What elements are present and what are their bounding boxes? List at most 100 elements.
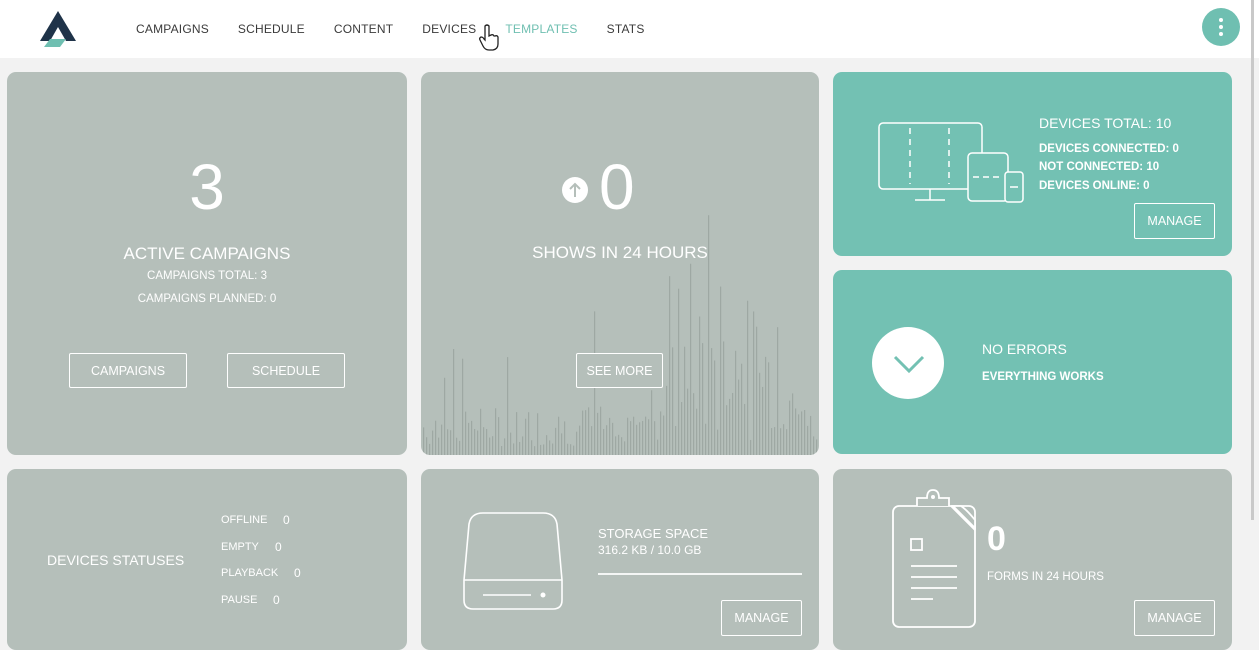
campaigns-planned: CAMPAIGNS PLANNED: 0 bbox=[137, 293, 277, 305]
background-bar bbox=[546, 435, 548, 455]
background-bar bbox=[756, 326, 758, 455]
background-bar bbox=[525, 418, 527, 455]
background-bar bbox=[543, 444, 545, 455]
hard-drive-icon bbox=[463, 512, 563, 610]
background-bar bbox=[591, 426, 593, 455]
background-bar bbox=[471, 420, 473, 455]
forms-manage-button[interactable]: MANAGE bbox=[1134, 600, 1215, 636]
background-bar bbox=[672, 347, 674, 455]
background-bar bbox=[726, 405, 728, 455]
status-label-empty: EMPTY bbox=[221, 541, 259, 553]
background-bar bbox=[507, 357, 509, 455]
campaigns-total: CAMPAIGNS TOTAL: 3 bbox=[147, 270, 267, 282]
background-bar bbox=[792, 393, 794, 455]
background-bar bbox=[603, 428, 605, 455]
background-bar bbox=[555, 427, 557, 455]
background-bar bbox=[780, 428, 782, 455]
background-bar bbox=[696, 408, 698, 455]
nav-campaigns[interactable]: CAMPAIGNS bbox=[136, 22, 209, 36]
devices-not-connected: NOT CONNECTED: 10 bbox=[1039, 161, 1160, 173]
background-bar bbox=[705, 423, 707, 455]
devices-illustration-icon bbox=[878, 122, 1024, 203]
background-bar bbox=[579, 425, 581, 455]
devices-online: DEVICES ONLINE: 0 bbox=[1039, 180, 1150, 192]
background-bar bbox=[534, 446, 536, 455]
background-bar bbox=[684, 346, 686, 455]
background-bar bbox=[588, 407, 590, 455]
background-bar bbox=[435, 420, 437, 455]
background-bar bbox=[492, 436, 494, 455]
active-campaigns-count: 3 bbox=[189, 151, 225, 223]
app-logo[interactable] bbox=[36, 9, 80, 47]
nav-templates[interactable]: TEMPLATES bbox=[505, 22, 577, 36]
storage-card: STORAGE SPACE 316.2 KB / 10.0 GB MANAGE bbox=[421, 469, 819, 650]
page-scrollbar[interactable] bbox=[1251, 0, 1254, 520]
nav-schedule[interactable]: SCHEDULE bbox=[238, 22, 305, 36]
schedule-button[interactable]: SCHEDULE bbox=[227, 353, 345, 388]
nav-stats[interactable]: STATS bbox=[607, 22, 645, 36]
background-bar bbox=[474, 428, 476, 455]
background-bar bbox=[789, 400, 791, 455]
background-bar bbox=[585, 410, 587, 455]
background-bar bbox=[489, 437, 491, 455]
background-bar bbox=[738, 379, 740, 455]
hand-pointer-cursor-icon bbox=[479, 24, 499, 51]
see-more-button[interactable]: SEE MORE bbox=[576, 353, 663, 388]
errors-subtitle: EVERYTHING WORKS bbox=[982, 371, 1104, 383]
status-value-pause: 0 bbox=[273, 593, 280, 607]
device-statuses-card: DEVICES STATUSES OFFLINE 0 EMPTY 0 PLAYB… bbox=[7, 469, 407, 650]
background-bar bbox=[423, 427, 425, 455]
background-bar bbox=[630, 421, 632, 455]
background-bar bbox=[498, 417, 500, 455]
devices-manage-button[interactable]: MANAGE bbox=[1134, 203, 1215, 239]
background-bar bbox=[450, 430, 452, 455]
background-bar bbox=[729, 398, 731, 455]
status-label-offline: OFFLINE bbox=[221, 514, 268, 526]
background-bar bbox=[699, 316, 701, 455]
background-bar bbox=[570, 444, 572, 455]
main-nav: CAMPAIGNS SCHEDULE CONTENT DEVICES TEMPL… bbox=[136, 0, 674, 58]
more-menu-button[interactable] bbox=[1202, 8, 1240, 46]
background-bar bbox=[468, 422, 470, 455]
background-bar bbox=[816, 439, 818, 455]
background-bar bbox=[666, 385, 668, 455]
background-bar bbox=[636, 424, 638, 455]
background-bar bbox=[675, 426, 677, 455]
shows-count: 0 bbox=[599, 151, 635, 223]
background-bar bbox=[573, 445, 575, 455]
background-bar bbox=[801, 411, 803, 455]
background-bar bbox=[438, 437, 440, 455]
background-bar bbox=[693, 393, 695, 455]
background-bar bbox=[624, 441, 626, 455]
active-campaigns-card: 3 ACTIVE CAMPAIGNS CAMPAIGNS TOTAL: 3 CA… bbox=[7, 72, 407, 455]
background-bar bbox=[654, 421, 656, 455]
forms-card: 0 FORMS IN 24 HOURS MANAGE bbox=[833, 469, 1232, 650]
background-bar bbox=[669, 276, 671, 455]
background-bar bbox=[810, 415, 812, 455]
background-bar bbox=[600, 406, 602, 455]
campaigns-button[interactable]: CAMPAIGNS bbox=[69, 353, 187, 388]
storage-manage-button[interactable]: MANAGE bbox=[721, 600, 802, 636]
background-bar bbox=[537, 413, 539, 455]
background-bar bbox=[687, 388, 689, 455]
background-bar bbox=[795, 408, 797, 455]
background-bar bbox=[627, 417, 629, 455]
status-circle bbox=[872, 327, 944, 399]
background-bar bbox=[576, 431, 578, 455]
nav-content[interactable]: CONTENT bbox=[334, 22, 393, 36]
background-bar bbox=[510, 432, 512, 455]
background-bar bbox=[639, 422, 641, 455]
clipboard-icon bbox=[892, 489, 976, 628]
background-bar bbox=[774, 427, 776, 455]
background-bar bbox=[651, 390, 653, 455]
background-bar bbox=[582, 410, 584, 455]
background-bar bbox=[441, 424, 443, 455]
background-bar bbox=[615, 436, 617, 455]
background-bar bbox=[702, 343, 704, 455]
background-bar bbox=[744, 403, 746, 455]
forms-title: FORMS IN 24 HOURS bbox=[987, 571, 1104, 583]
background-bar bbox=[522, 436, 524, 455]
nav-devices[interactable]: DEVICES bbox=[422, 22, 476, 36]
background-bar bbox=[495, 408, 497, 455]
background-bar bbox=[648, 419, 650, 455]
